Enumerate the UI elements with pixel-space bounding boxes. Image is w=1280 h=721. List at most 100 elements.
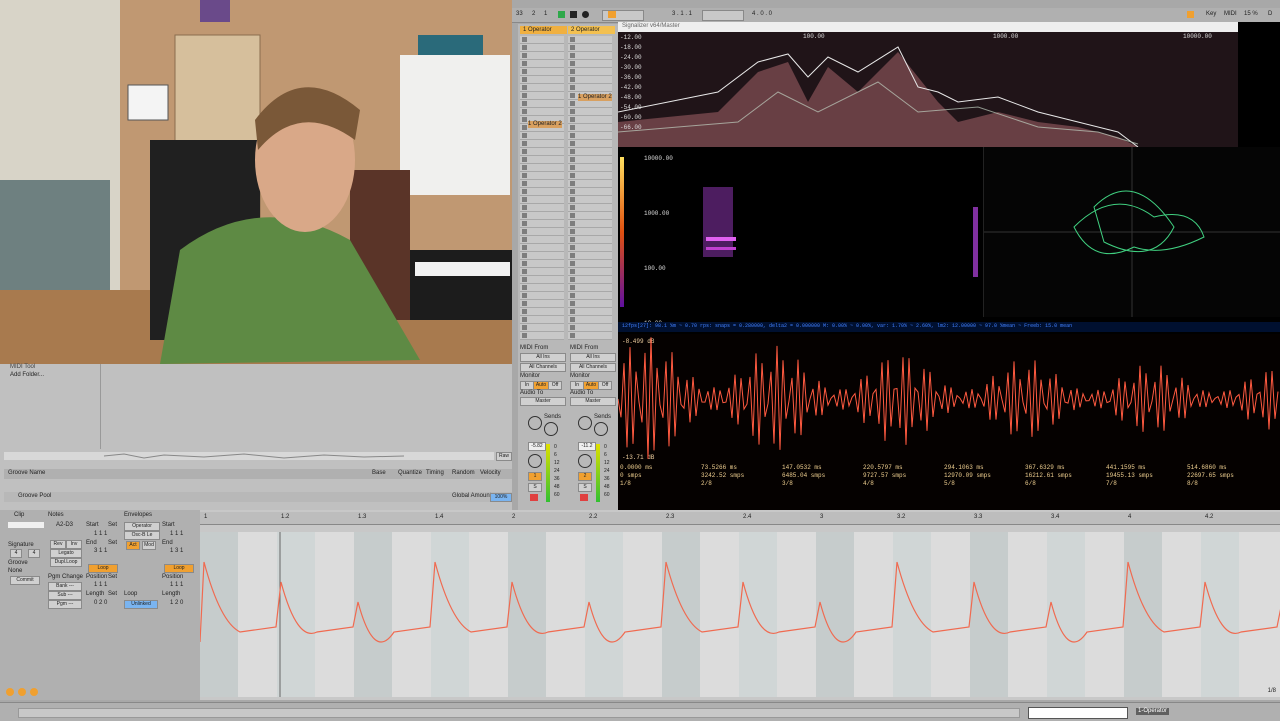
clip-stop-icon[interactable] bbox=[570, 181, 575, 186]
loop-controls[interactable] bbox=[702, 10, 744, 21]
clip-slot[interactable] bbox=[568, 204, 612, 212]
clip-stop-icon[interactable] bbox=[522, 333, 527, 338]
clip-stop-icon[interactable] bbox=[522, 61, 527, 66]
track2-activator[interactable]: 2 bbox=[578, 472, 592, 481]
raw-button[interactable]: Raw bbox=[496, 452, 512, 461]
clip-slot[interactable] bbox=[520, 100, 564, 108]
sub-field[interactable]: Sub --- bbox=[48, 591, 82, 600]
track1-midi-input[interactable]: All Ins bbox=[520, 353, 566, 362]
track2-volume[interactable]: -11.2 bbox=[578, 442, 596, 451]
clip-stop-icon[interactable] bbox=[522, 221, 527, 226]
clip-stop-icon[interactable] bbox=[522, 141, 527, 146]
clip-stop-icon[interactable] bbox=[522, 317, 527, 322]
clip-slot[interactable] bbox=[568, 44, 612, 52]
track2-solo[interactable]: S bbox=[578, 483, 592, 492]
clip-stop-icon[interactable] bbox=[570, 117, 575, 122]
song-position[interactable]: 3 . 1 . 1 bbox=[672, 11, 692, 18]
track2-audio-output[interactable]: Master bbox=[570, 397, 616, 406]
loop-end[interactable]: 4 . 0 . 0 bbox=[752, 11, 772, 18]
ruler-mark[interactable]: 4 bbox=[1128, 514, 1131, 521]
midi-map-button[interactable]: MIDI bbox=[1224, 11, 1237, 18]
clip-stop-icon[interactable] bbox=[522, 93, 527, 98]
clip-stop-icon[interactable] bbox=[522, 277, 527, 282]
clip-slot[interactable] bbox=[520, 156, 564, 164]
notes-end-value[interactable]: 3 1 1 bbox=[94, 548, 107, 555]
clip-stop-icon[interactable] bbox=[522, 293, 527, 298]
clip-slot[interactable] bbox=[568, 124, 612, 132]
clip-slot[interactable] bbox=[520, 180, 564, 188]
ruler-mark[interactable]: 2.2 bbox=[589, 514, 597, 521]
clip-stop-icon[interactable] bbox=[522, 37, 527, 42]
clip-stop-icon[interactable] bbox=[570, 213, 575, 218]
clip-stop-icon[interactable] bbox=[570, 165, 575, 170]
clip-stop-icon[interactable] bbox=[522, 197, 527, 202]
clip-slot[interactable] bbox=[568, 52, 612, 60]
clip-stop-icon[interactable] bbox=[570, 229, 575, 234]
clip-stop-icon[interactable] bbox=[522, 125, 527, 130]
notes-start-set[interactable]: Set bbox=[108, 522, 117, 529]
clip-stop-icon[interactable] bbox=[570, 269, 575, 274]
track1-midi-channel[interactable]: All Channels bbox=[520, 363, 566, 372]
clip-slot[interactable] bbox=[568, 220, 612, 228]
draw-mode-icon[interactable] bbox=[1187, 11, 1194, 18]
clip-stop-icon[interactable] bbox=[570, 45, 575, 50]
clip-slot[interactable] bbox=[568, 252, 612, 260]
track1-send-b-knob[interactable] bbox=[544, 422, 558, 436]
env-end-value[interactable]: 1 3 1 bbox=[170, 548, 183, 555]
clip-slot[interactable] bbox=[568, 132, 612, 140]
ruler-mark[interactable]: 2.4 bbox=[743, 514, 751, 521]
clip-slot[interactable] bbox=[520, 284, 564, 292]
clip-slot[interactable] bbox=[520, 332, 564, 340]
signature-numerator[interactable]: 4 bbox=[10, 549, 22, 558]
ruler-mark[interactable]: 3.4 bbox=[1051, 514, 1059, 521]
bar-value-2[interactable]: 1 bbox=[544, 11, 547, 18]
track-header-2[interactable]: 2 Operator bbox=[568, 26, 615, 34]
clip-stop-icon[interactable] bbox=[570, 253, 575, 258]
clip-slot[interactable] bbox=[520, 84, 564, 92]
envelope-device-chooser[interactable]: Operator bbox=[124, 522, 160, 531]
stop-icon[interactable] bbox=[570, 11, 577, 18]
clip-stop-icon[interactable] bbox=[522, 109, 527, 114]
notes-length-value[interactable]: 0 2 0 bbox=[94, 600, 107, 607]
env-start-value[interactable]: 1 1 1 bbox=[170, 531, 183, 538]
clip-slot-active-1[interactable]: 1 Operator 2 bbox=[528, 121, 562, 128]
clip-stop-icon[interactable] bbox=[570, 173, 575, 178]
clip-stop-icon[interactable] bbox=[570, 109, 575, 114]
track2-send-b-knob[interactable] bbox=[594, 422, 608, 436]
clip-slot[interactable] bbox=[568, 284, 612, 292]
clip-slot[interactable] bbox=[568, 308, 612, 316]
clip-slot[interactable] bbox=[520, 188, 564, 196]
envelope-loop-button[interactable]: Loop bbox=[164, 564, 194, 573]
ruler-mark[interactable]: 1.2 bbox=[281, 514, 289, 521]
clip-stop-icon[interactable] bbox=[570, 197, 575, 202]
track1-audio-output[interactable]: Master bbox=[520, 397, 566, 406]
clip-slot[interactable] bbox=[568, 236, 612, 244]
status-track-label[interactable]: 1-Operator bbox=[1136, 708, 1170, 715]
clip-slot[interactable] bbox=[520, 36, 564, 44]
clip-stop-icon[interactable] bbox=[522, 205, 527, 210]
clip-slot[interactable] bbox=[520, 236, 564, 244]
clip-slot[interactable] bbox=[568, 228, 612, 236]
clip-stop-icon[interactable] bbox=[522, 85, 527, 90]
clip-slot[interactable] bbox=[520, 316, 564, 324]
signature-denominator[interactable]: 4 bbox=[28, 549, 40, 558]
clip-stop-icon[interactable] bbox=[570, 77, 575, 82]
clip-slot[interactable] bbox=[568, 148, 612, 156]
clip-slot[interactable] bbox=[520, 268, 564, 276]
clip-stop-icon[interactable] bbox=[570, 133, 575, 138]
envelope-mod-button[interactable]: Mod bbox=[142, 541, 156, 550]
clip-slot[interactable] bbox=[520, 300, 564, 308]
track1-solo[interactable]: S bbox=[528, 483, 542, 492]
clip-stop-icon[interactable] bbox=[570, 293, 575, 298]
track1-pan-knob[interactable] bbox=[528, 454, 542, 468]
ruler-mark[interactable]: 3.3 bbox=[974, 514, 982, 521]
track-header-1[interactable]: 1 Operator bbox=[520, 26, 567, 34]
clip-slot[interactable] bbox=[568, 244, 612, 252]
clip-stop-icon[interactable] bbox=[570, 333, 575, 338]
ruler-mark[interactable]: 3 bbox=[820, 514, 823, 521]
envelope-ruler[interactable]: 1 1.2 1.3 1.4 2 2.2 2.3 2.4 3 3.2 3.3 3.4 4 4.2 bbox=[200, 512, 1280, 525]
clip-slot[interactable] bbox=[568, 188, 612, 196]
clip-slot[interactable] bbox=[520, 76, 564, 84]
ruler-mark[interactable]: 2.3 bbox=[666, 514, 674, 521]
clip-stop-icon[interactable] bbox=[570, 157, 575, 162]
